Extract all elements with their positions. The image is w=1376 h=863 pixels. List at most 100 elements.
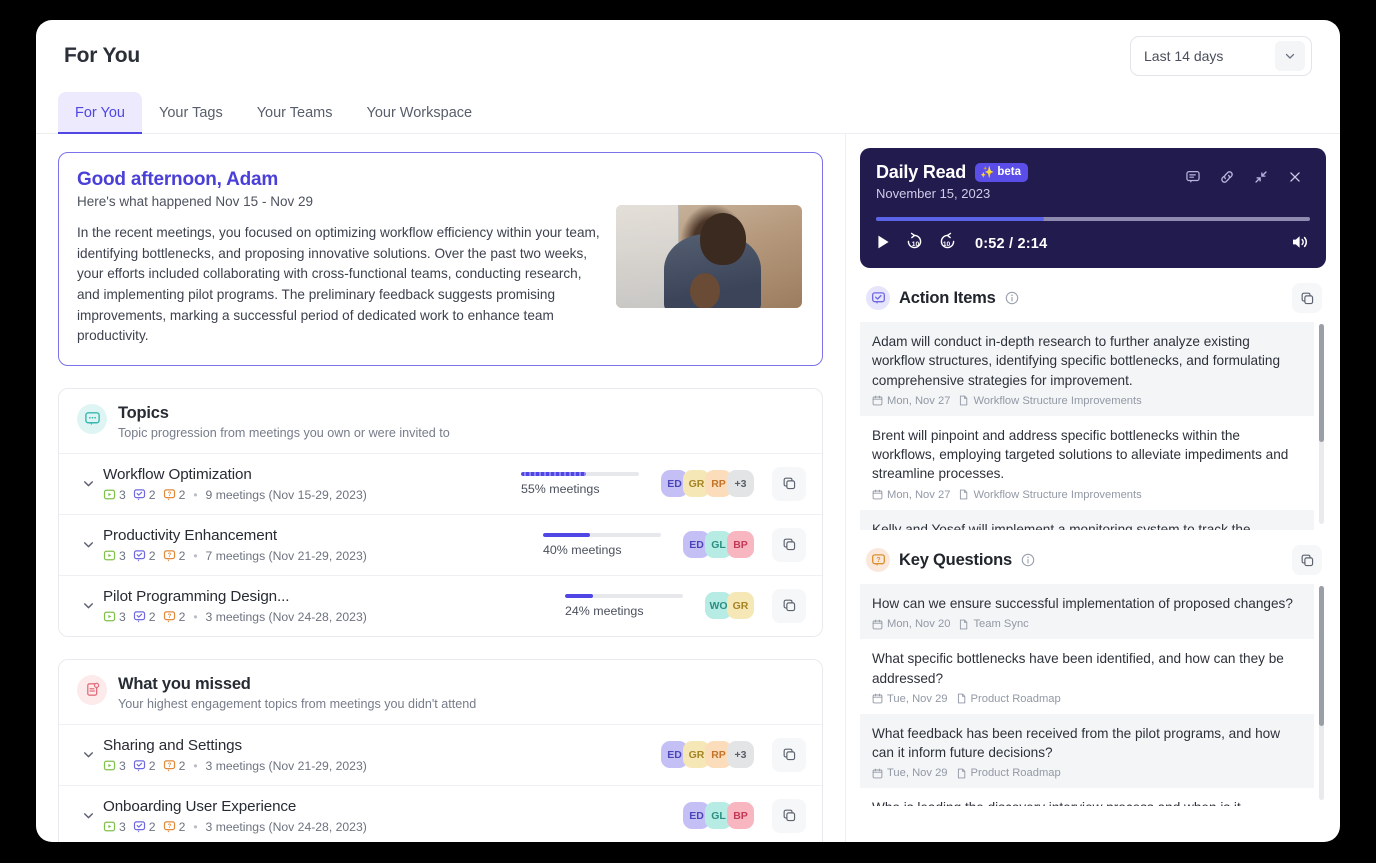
- comment-icon[interactable]: [1178, 162, 1208, 192]
- chevron-down-icon[interactable]: [77, 599, 99, 612]
- greeting-title: Good afternoon, Adam: [77, 169, 600, 191]
- copy-icon[interactable]: [772, 467, 806, 501]
- collapse-icon[interactable]: [1246, 162, 1276, 192]
- svg-text:?: ?: [167, 823, 171, 830]
- list-item[interactable]: Who is leading the discovery interview p…: [860, 788, 1314, 806]
- chevron-down-icon[interactable]: [1275, 41, 1305, 71]
- chevron-down-icon[interactable]: [77, 748, 99, 761]
- avatar-group[interactable]: WO GR: [705, 592, 754, 619]
- avatar-group[interactable]: ED GL BP: [683, 802, 754, 829]
- topic-meta: 3 2 ? 2 • 3 meetings (Nov 24-28,: [103, 610, 565, 624]
- chevron-down-icon[interactable]: [77, 538, 99, 551]
- progress-block: 40% meetings: [543, 533, 661, 557]
- avatar-group[interactable]: ED GR RP +3: [661, 470, 754, 497]
- meta-separator: •: [192, 610, 198, 624]
- source-meta: Workflow Structure Improvements: [958, 395, 1141, 407]
- question-count-value: 2: [179, 820, 186, 834]
- progress-bar: [521, 472, 639, 476]
- key-questions-title: Key Questions: [899, 551, 1012, 570]
- avatar-overflow[interactable]: +3: [727, 470, 754, 497]
- table-row[interactable]: Workflow Optimization 3 2 ?: [59, 453, 822, 514]
- info-icon[interactable]: [1005, 291, 1019, 305]
- avatar[interactable]: BP: [727, 802, 754, 829]
- player-title-row: Daily Read ✨ beta: [876, 162, 1028, 183]
- date-meta: Mon, Nov 27: [872, 395, 950, 407]
- question-count-value: 2: [179, 549, 186, 563]
- player-controls: 10 10 0:52 / 2:14: [876, 232, 1310, 256]
- video-count-value: 3: [119, 820, 126, 834]
- video-count-value: 3: [119, 610, 126, 624]
- scrollbar[interactable]: [1319, 586, 1324, 800]
- action-count: 2: [133, 610, 156, 624]
- date-value: Mon, Nov 27: [887, 489, 950, 501]
- copy-icon[interactable]: [772, 528, 806, 562]
- progress-block: 24% meetings: [565, 594, 683, 618]
- copy-icon[interactable]: [1292, 283, 1322, 313]
- tab-your-tags[interactable]: Your Tags: [142, 92, 240, 133]
- action-items-header: Action Items: [860, 281, 1326, 322]
- topic-meta: 3 2 ? 2 • 3 meetings (Nov 24-28,: [103, 820, 683, 834]
- list-item[interactable]: Kelly and Yosef will implement a monitor…: [860, 510, 1314, 530]
- copy-icon[interactable]: [772, 799, 806, 833]
- list-item[interactable]: What feedback has been received from the…: [860, 714, 1314, 789]
- avatar-group[interactable]: ED GL BP: [683, 531, 754, 558]
- tab-label: Your Teams: [257, 105, 333, 121]
- rewind-10-icon[interactable]: 10: [905, 232, 924, 256]
- photo-person-hand: [690, 273, 720, 308]
- avatar[interactable]: GR: [727, 592, 754, 619]
- topic-title: Onboarding User Experience: [103, 798, 683, 815]
- action-count: 2: [133, 549, 156, 563]
- action-item-meta: Mon, Nov 27 Workflow Structure Improveme…: [872, 489, 1302, 501]
- action-items-title: Action Items: [899, 289, 996, 308]
- video-count: 3: [103, 610, 126, 624]
- volume-icon[interactable]: [1290, 233, 1310, 256]
- copy-icon[interactable]: [772, 589, 806, 623]
- date-value: Mon, Nov 27: [887, 395, 950, 407]
- topics-description: Topic progression from meetings you own …: [118, 426, 450, 440]
- list-item[interactable]: Adam will conduct in-depth research to f…: [860, 322, 1314, 416]
- question-count-value: 2: [179, 610, 186, 624]
- chevron-down-icon[interactable]: [77, 477, 99, 490]
- playback-progress-bar[interactable]: [876, 217, 1310, 221]
- svg-text:?: ?: [167, 613, 171, 620]
- question-count-value: 2: [179, 488, 186, 502]
- svg-text:?: ?: [167, 491, 171, 498]
- date-value: Tue, Nov 29: [887, 767, 948, 779]
- info-icon[interactable]: [1021, 553, 1035, 567]
- action-items-list[interactable]: Adam will conduct in-depth research to f…: [860, 322, 1326, 530]
- tab-your-workspace[interactable]: Your Workspace: [349, 92, 489, 133]
- table-row[interactable]: Productivity Enhancement 3 2 ?: [59, 514, 822, 575]
- tab-your-teams[interactable]: Your Teams: [240, 92, 350, 133]
- video-count-value: 3: [119, 488, 126, 502]
- table-row[interactable]: Onboarding User Experience 3 2: [59, 785, 822, 842]
- action-count-value: 2: [149, 759, 156, 773]
- table-row[interactable]: Pilot Programming Design... 3 2: [59, 575, 822, 636]
- avatar-overflow[interactable]: +3: [727, 741, 754, 768]
- topic-meta: 3 2 ? 2 • 3 meetings (Nov 21-29,: [103, 759, 661, 773]
- play-icon[interactable]: [876, 234, 891, 255]
- forward-10-icon[interactable]: 10: [938, 232, 957, 256]
- action-count-value: 2: [149, 610, 156, 624]
- key-questions-list[interactable]: How can we ensure successful implementat…: [860, 584, 1326, 806]
- avatar-group[interactable]: ED GR RP +3: [661, 741, 754, 768]
- meetings-summary: 7 meetings (Nov 21-29, 2023): [206, 549, 367, 563]
- chevron-down-icon[interactable]: [77, 809, 99, 822]
- copy-icon[interactable]: [1292, 545, 1322, 575]
- link-icon[interactable]: [1212, 162, 1242, 192]
- list-item[interactable]: How can we ensure successful implementat…: [860, 584, 1314, 639]
- copy-icon[interactable]: [772, 738, 806, 772]
- close-icon[interactable]: [1280, 162, 1310, 192]
- list-item[interactable]: Brent will pinpoint and address specific…: [860, 416, 1314, 510]
- topic-title: Productivity Enhancement: [103, 527, 543, 544]
- table-row[interactable]: Sharing and Settings 3 2 ?: [59, 724, 822, 785]
- date-range-select[interactable]: Last 14 days: [1130, 36, 1312, 76]
- progress-label: 24% meetings: [565, 604, 683, 618]
- greeting-photo: [616, 205, 802, 308]
- tab-for-you[interactable]: For You: [58, 92, 142, 133]
- action-items-section: Action Items Adam will conduct in-depth …: [860, 281, 1326, 530]
- scrollbar[interactable]: [1319, 324, 1324, 524]
- meetings-summary: 3 meetings (Nov 24-28, 2023): [206, 610, 367, 624]
- question-meta: Tue, Nov 29 Product Roadmap: [872, 767, 1302, 779]
- list-item[interactable]: What specific bottlenecks have been iden…: [860, 639, 1314, 714]
- avatar[interactable]: BP: [727, 531, 754, 558]
